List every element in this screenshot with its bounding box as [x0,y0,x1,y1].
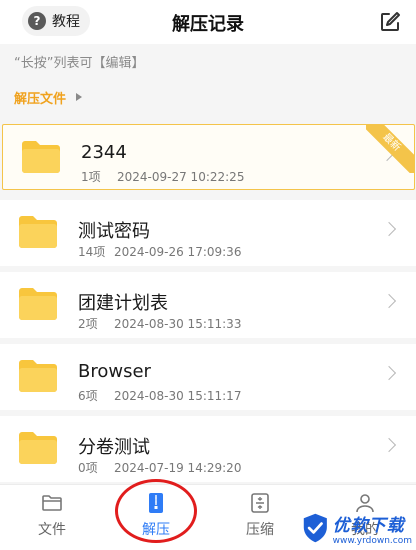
tab-compress[interactable]: 压缩 [225,491,295,545]
item-name: 2344 [81,142,127,163]
folder-icon [42,495,62,511]
folder-icon [19,216,57,248]
page-title: 解压记录 [172,14,244,35]
item-meta: 6项 2024-08-30 15:11:17 [78,387,241,404]
item-meta: 1项 2024-09-27 10:22:25 [81,168,244,185]
list-item[interactable]: Browser 6项 2024-08-30 15:11:17 [0,344,416,410]
chevron-right-icon [381,437,397,453]
item-meta: 14项 2024-09-26 17:09:36 [78,243,241,260]
item-count: 6项 [78,389,98,403]
watermark-url: www.yrdown.com [332,535,412,546]
top-bar: ? 教程 解压记录 [0,0,416,44]
item-time: 2024-08-30 15:11:33 [114,317,242,331]
shield-check-icon [303,513,327,543]
item-meta: 0项 2024-07-19 14:29:20 [78,459,241,476]
item-meta: 2项 2024-08-30 15:11:33 [78,315,241,332]
chevron-right-icon [381,221,397,237]
compress-icon [251,493,269,513]
item-count: 2项 [78,317,98,331]
item-name: 测试密码 [78,221,150,242]
site-watermark: 优软下载 www.yrdown.com [302,508,412,548]
newest-label: 最新 [366,125,414,173]
list-item[interactable]: 2344 1项 2024-09-27 10:22:25 最新 [2,124,415,190]
item-time: 2024-09-26 17:09:36 [114,245,242,259]
breadcrumb-arrow-icon [76,93,83,101]
edit-icon[interactable] [378,10,402,34]
item-name: 分卷测试 [78,437,150,458]
breadcrumb: 解压文件 [0,80,416,114]
tab-label: 文件 [38,522,66,538]
folder-icon [19,288,57,320]
item-time: 2024-07-19 14:29:20 [114,461,242,475]
folder-icon [22,141,60,173]
item-time: 2024-08-30 15:11:17 [114,389,242,403]
chevron-right-icon [381,293,397,309]
chevron-right-icon [381,365,397,381]
item-count: 0项 [78,461,98,475]
tab-files[interactable]: 文件 [17,491,87,545]
watermark-title: 优软下载 [332,515,405,536]
folder-icon [19,360,57,392]
folder-icon [19,432,57,464]
annotation-circle [115,479,197,543]
newest-ribbon: 最新 [366,125,414,173]
item-count: 14项 [78,245,106,259]
long-press-hint: “长按”列表可【编辑】 [14,56,145,71]
breadcrumb-root[interactable]: 解压文件 [14,88,66,107]
tab-label: 压缩 [246,522,274,538]
item-name: Browser [78,361,151,382]
list-item[interactable]: 分卷测试 0项 2024-07-19 14:29:20 [0,416,416,482]
list-item[interactable]: 测试密码 14项 2024-09-26 17:09:36 [0,200,416,266]
item-time: 2024-09-27 10:22:25 [117,170,245,184]
item-count: 1项 [81,170,101,184]
item-name: 团建计划表 [78,293,168,314]
list-item[interactable]: 团建计划表 2项 2024-08-30 15:11:33 [0,272,416,338]
